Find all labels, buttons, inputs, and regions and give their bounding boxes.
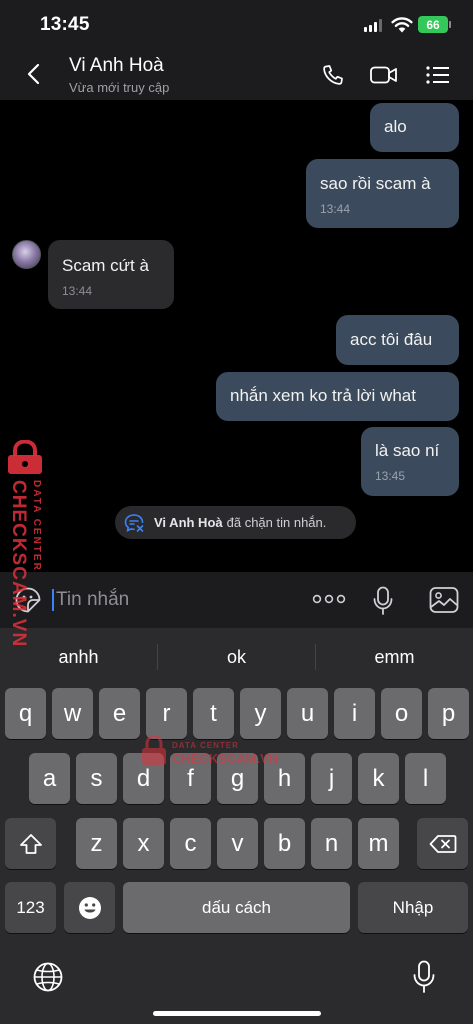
key[interactable]: r	[146, 688, 187, 739]
key[interactable]: k	[358, 753, 399, 804]
message-bubble[interactable]: acc tôi đâu	[336, 315, 459, 365]
message-text: sao rồi scam à	[320, 174, 431, 193]
cellular-signal-icon	[364, 19, 382, 32]
numbers-key[interactable]: 123	[5, 882, 56, 933]
suggestion-bar: anhh ok emm	[0, 628, 473, 686]
key[interactable]: b	[264, 818, 305, 869]
message-list[interactable]: alo sao rồi scam à 13:44 Scam cứt à 13:4…	[0, 100, 473, 572]
emoji-icon	[78, 896, 101, 919]
message-text: nhắn xem ko trả lời what	[230, 386, 416, 405]
message-time: 13:44	[320, 202, 351, 216]
key[interactable]: z	[76, 818, 117, 869]
image-picker-icon[interactable]	[429, 586, 459, 614]
message-text: acc tôi đâu	[350, 330, 433, 349]
message-input-bar: Tin nhắn	[0, 572, 473, 628]
key[interactable]: s	[76, 753, 117, 804]
message-bubble[interactable]: Scam cứt à 13:44	[48, 240, 174, 309]
chat-header: Vi Anh Hoà Vừa mới truy cập	[0, 48, 473, 100]
contact-avatar[interactable]	[12, 240, 41, 269]
space-key[interactable]: dấu cách	[123, 882, 350, 933]
globe-icon[interactable]	[32, 961, 64, 993]
suggestion-item[interactable]: emm	[316, 647, 473, 668]
battery-level: 66	[426, 17, 440, 32]
battery-icon: 66	[418, 16, 448, 33]
suggestion-item[interactable]: anhh	[0, 647, 157, 668]
blocked-notice-name: Vi Anh Hoà	[154, 515, 223, 530]
menu-button[interactable]	[423, 62, 453, 88]
key[interactable]: g	[217, 753, 258, 804]
key[interactable]: y	[240, 688, 281, 739]
message-bubble[interactable]: nhắn xem ko trả lời what	[216, 372, 459, 421]
blocked-chat-icon	[124, 513, 144, 532]
wifi-icon	[391, 17, 413, 33]
key[interactable]: x	[123, 818, 164, 869]
key[interactable]: u	[287, 688, 328, 739]
key[interactable]: q	[5, 688, 46, 739]
video-call-button[interactable]	[369, 62, 399, 88]
blocked-notice-text: đã chặn tin nhắn.	[226, 515, 327, 530]
suggestion-item[interactable]: ok	[158, 647, 315, 668]
message-time: 13:44	[62, 284, 93, 298]
status-time: 13:45	[40, 14, 90, 35]
call-button[interactable]	[318, 62, 348, 88]
list-menu-icon	[426, 66, 449, 84]
voice-message-icon[interactable]	[372, 586, 394, 616]
sticker-button[interactable]	[14, 586, 42, 614]
contact-name[interactable]: Vi Anh Hoà	[69, 55, 164, 77]
backspace-key[interactable]	[417, 818, 468, 869]
key[interactable]: o	[381, 688, 422, 739]
key[interactable]: f	[170, 753, 211, 804]
message-text: Scam cứt à	[62, 256, 149, 275]
contact-status: Vừa mới truy cập	[69, 80, 170, 95]
more-options-icon[interactable]	[312, 594, 346, 604]
text-caret	[52, 589, 54, 611]
backspace-icon	[429, 834, 456, 853]
back-button[interactable]	[22, 62, 46, 86]
message-input[interactable]: Tin nhắn	[56, 589, 129, 611]
key[interactable]: a	[29, 753, 70, 804]
message-bubble[interactable]: alo	[370, 103, 459, 152]
emoji-key[interactable]	[64, 882, 115, 933]
message-text: là sao ní	[375, 441, 440, 460]
status-bar: 13:45 66	[0, 0, 473, 48]
key[interactable]: h	[264, 753, 305, 804]
key[interactable]: c	[170, 818, 211, 869]
key[interactable]: m	[358, 818, 399, 869]
key[interactable]: v	[217, 818, 258, 869]
dictation-mic-icon[interactable]	[412, 960, 436, 994]
message-time: 13:45	[375, 469, 406, 483]
keyboard: anhh ok emm q w e r t y u i o p a s d f …	[0, 628, 473, 1024]
shift-key[interactable]	[5, 818, 56, 869]
key[interactable]: i	[334, 688, 375, 739]
blocked-notice: Vi Anh Hoà đã chặn tin nhắn.	[115, 506, 356, 539]
key[interactable]: e	[99, 688, 140, 739]
key[interactable]: l	[405, 753, 446, 804]
video-camera-icon	[370, 66, 397, 84]
message-bubble[interactable]: là sao ní 13:45	[361, 427, 459, 496]
shift-icon	[19, 833, 42, 854]
key[interactable]: p	[428, 688, 469, 739]
key[interactable]: j	[311, 753, 352, 804]
home-indicator[interactable]	[153, 1011, 321, 1016]
key[interactable]: d	[123, 753, 164, 804]
message-text: alo	[384, 117, 407, 136]
return-key[interactable]: Nhập	[358, 882, 468, 933]
key[interactable]: w	[52, 688, 93, 739]
key[interactable]: n	[311, 818, 352, 869]
battery-cap	[449, 21, 451, 28]
phone-icon	[323, 65, 343, 85]
message-bubble[interactable]: sao rồi scam à 13:44	[306, 159, 459, 228]
key[interactable]: t	[193, 688, 234, 739]
